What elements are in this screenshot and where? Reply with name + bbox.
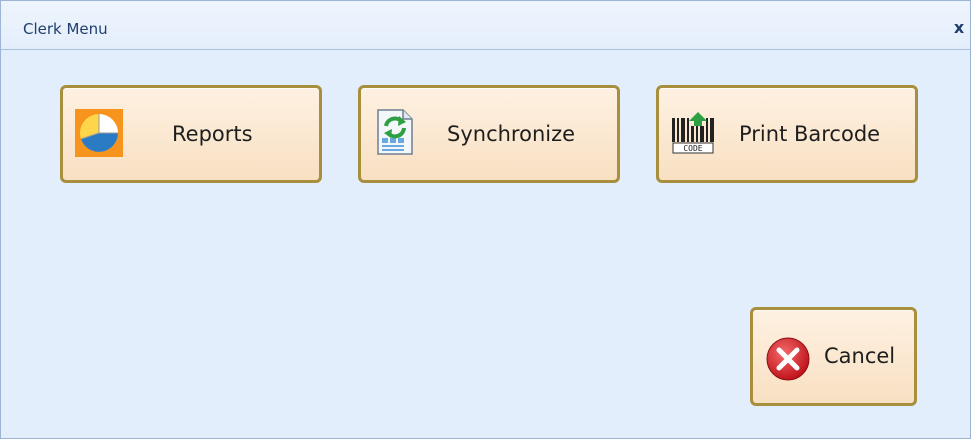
cancel-icon — [766, 337, 810, 381]
barcode-icon: CODE — [672, 112, 714, 154]
print-barcode-button[interactable]: CODE Print Barcode — [656, 85, 918, 183]
window-title: Clerk Menu — [23, 20, 108, 38]
print-barcode-label: Print Barcode — [739, 122, 881, 146]
cancel-label: Cancel — [824, 344, 896, 368]
cancel-button[interactable]: Cancel — [750, 307, 917, 406]
sync-document-icon — [377, 109, 413, 155]
reports-label: Reports — [172, 122, 253, 146]
close-button[interactable]: x — [949, 17, 969, 39]
barcode-icon-text: CODE — [683, 144, 702, 153]
synchronize-button[interactable]: Synchronize — [358, 85, 620, 183]
reports-button[interactable]: Reports — [60, 85, 322, 183]
clerk-menu-window: Clerk Menu x Reports Synchronize CODE Pr… — [0, 0, 971, 439]
synchronize-label: Synchronize — [447, 122, 576, 146]
title-bar: Clerk Menu x — [1, 1, 970, 50]
menu-content: Reports Synchronize CODE Print Barcode C… — [1, 50, 970, 438]
pie-chart-icon — [75, 109, 123, 157]
